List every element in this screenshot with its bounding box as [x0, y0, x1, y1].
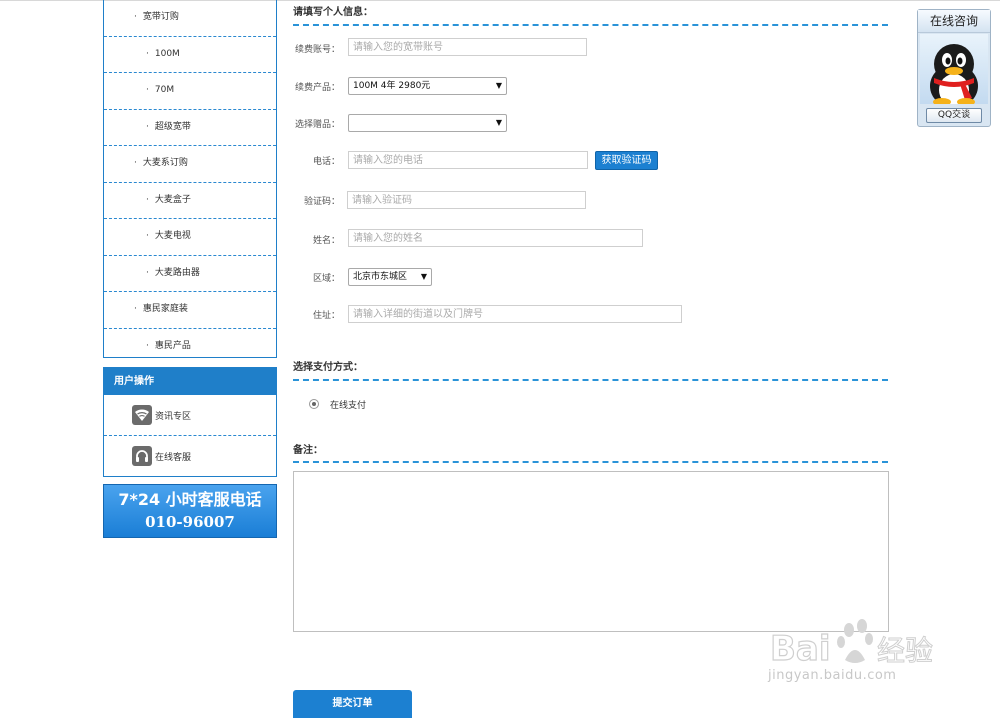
sidebar-menu-item[interactable]: · 大麦路由器 [104, 256, 276, 292]
sidebar-menu-label: 大麦电视 [154, 231, 191, 241]
address-input[interactable] [348, 305, 682, 323]
sidebar-menu-item[interactable]: · 宽带订购 [104, 0, 276, 37]
online-pay-label: 在线支付 [330, 401, 367, 411]
sidebar-menu-item[interactable]: · 70M [104, 73, 276, 110]
chevron-down-icon: ▼ [495, 118, 502, 127]
bullet-icon: · [146, 121, 149, 132]
sidebar-menu-item[interactable]: · 100M [104, 37, 276, 73]
bullet-icon: · [146, 340, 149, 351]
online-pay-radio[interactable] [309, 399, 319, 409]
remark-title: 备注： [293, 445, 323, 456]
section-divider [293, 379, 888, 381]
code-label: 验证码： [303, 197, 340, 207]
bullet-icon: · [146, 231, 149, 241]
bullet-icon: · [146, 194, 149, 205]
sidebar-menu-label: 100M [154, 48, 180, 59]
name-label: 姓名： [312, 236, 340, 246]
name-input[interactable] [348, 229, 643, 247]
sidebar-menu-label: 惠民产品 [154, 340, 191, 351]
sidebar-menu-item[interactable]: · 大麦系订购 [104, 146, 276, 183]
category-menu: · 宽带订购 · 100M · 70M · 超级宽带 · 大麦系订购 · 大麦盒子 · 大麦电视 · 大麦路由… [103, 0, 277, 358]
product-label: 续费产品： [294, 83, 340, 93]
sidebar-menu-item[interactable]: · 大麦电视 [104, 219, 276, 256]
sidebar-menu-item[interactable]: · 惠民产品 [104, 329, 276, 365]
code-input[interactable] [347, 191, 586, 209]
hotline-banner[interactable]: 7*24 小时客服电话 010-96007 [103, 484, 277, 538]
bullet-icon: · [134, 12, 137, 22]
account-input[interactable] [348, 38, 587, 56]
phone-input[interactable] [348, 151, 588, 169]
get-code-button[interactable]: 获取验证码 [595, 151, 658, 170]
region-select[interactable]: 北京市东城区 ▼ [348, 268, 432, 286]
sidebar-menu-label: 大麦路由器 [154, 267, 200, 278]
bullet-icon: · [146, 48, 149, 59]
chevron-down-icon: ▼ [420, 272, 427, 281]
headset-icon [132, 446, 152, 466]
hotline-number: 010-96007 [145, 513, 235, 531]
region-label: 区域： [312, 274, 340, 284]
sidebar-menu-label: 宽带订购 [142, 12, 179, 22]
product-select[interactable]: 100M 4年 2980元 ▼ [348, 77, 507, 95]
hotline-title: 7*24 小时客服电话 [118, 490, 262, 509]
bullet-icon: · [146, 85, 149, 95]
user-operations-title: 用户操作 [104, 368, 276, 395]
section-divider [293, 24, 888, 26]
watermark-logo: Bai 经验 [769, 619, 934, 670]
sidebar-menu-label: 惠民家庭装 [142, 304, 188, 314]
chevron-down-icon: ▼ [495, 81, 502, 90]
section-divider [293, 461, 888, 463]
personal-info-title: 请填写个人信息： [293, 7, 373, 18]
ops-item-news[interactable]: 资讯专区 [104, 395, 276, 436]
account-label: 续费账号： [294, 45, 340, 55]
sidebar-menu-item[interactable]: · 超级宽带 [104, 110, 276, 146]
ops-item-support[interactable]: 在线客服 [104, 436, 276, 476]
wifi-icon [132, 405, 152, 425]
qq-penguin-icon [920, 34, 988, 104]
sidebar-menu-label: 70M [154, 85, 175, 95]
sidebar-menu-label: 超级宽带 [154, 121, 191, 132]
svg-text:经验: 经验 [877, 634, 933, 667]
product-select-value: 100M 4年 2980元 [353, 81, 431, 91]
gift-select[interactable]: ▼ [348, 114, 507, 132]
bullet-icon: · [134, 304, 137, 314]
watermark-url: jingyan.baidu.com [768, 668, 897, 683]
region-select-value: 北京市东城区 [353, 272, 408, 282]
sidebar-menu-label: 大麦盒子 [154, 194, 191, 205]
sidebar-menu-item[interactable]: · 惠民家庭装 [104, 292, 276, 329]
address-label: 住址： [312, 311, 340, 321]
sidebar-menu-label: 大麦系订购 [142, 158, 188, 168]
phone-label: 电话： [312, 157, 340, 167]
svg-text:Bai: Bai [770, 629, 831, 669]
qq-consult-widget[interactable]: 在线咨询 QQ交谈 [917, 9, 991, 127]
payment-title: 选择支付方式： [293, 362, 363, 373]
bullet-icon: · [134, 158, 137, 168]
gift-label: 选择赠品： [294, 120, 340, 130]
qq-widget-title: 在线咨询 [918, 10, 990, 33]
ops-item-support-label: 在线客服 [155, 452, 192, 463]
qq-chat-button[interactable]: QQ交谈 [926, 108, 982, 123]
sidebar-menu-item[interactable]: · 大麦盒子 [104, 183, 276, 219]
sidebar: · 宽带订购 · 100M · 70M · 超级宽带 · 大麦系订购 · 大麦盒子 · 大麦电视 · 大麦路由… [103, 0, 277, 538]
submit-order-button[interactable]: 提交订单 [293, 690, 412, 718]
ops-item-news-label: 资讯专区 [155, 411, 192, 422]
bullet-icon: · [146, 267, 149, 278]
user-operations-panel: 用户操作 资讯专区 在线客服 [103, 367, 277, 477]
